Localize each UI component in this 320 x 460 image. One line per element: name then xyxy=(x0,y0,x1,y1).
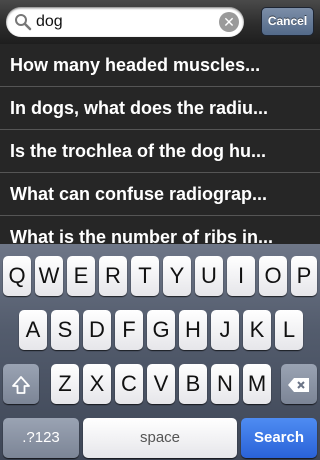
list-item[interactable]: In dogs, what does the radiu... xyxy=(0,87,320,130)
key-u[interactable]: U xyxy=(195,256,223,296)
key-o[interactable]: O xyxy=(259,256,287,296)
key-t[interactable]: T xyxy=(131,256,159,296)
shift-icon xyxy=(11,375,31,395)
key-c[interactable]: C xyxy=(115,364,143,404)
search-input[interactable]: dog xyxy=(36,12,63,32)
key-p[interactable]: P xyxy=(291,256,317,296)
key-d[interactable]: D xyxy=(83,310,111,350)
key-n[interactable]: N xyxy=(211,364,239,404)
key-v[interactable]: V xyxy=(147,364,175,404)
clear-icon[interactable]: ✕ xyxy=(219,12,239,32)
list-item-label: In dogs, what does the radiu... xyxy=(10,98,269,118)
key-j[interactable]: J xyxy=(211,310,239,350)
space-key[interactable]: space xyxy=(83,418,237,458)
list-item[interactable]: What is the number of ribs in... xyxy=(0,216,320,244)
key-x[interactable]: X xyxy=(83,364,111,404)
search-icon xyxy=(14,13,32,31)
keyboard: Q W E R T Y U I O P A S D F G H J K L Z … xyxy=(0,244,320,460)
key-e[interactable]: E xyxy=(67,256,95,296)
list-item[interactable]: How many headed muscles... xyxy=(0,44,320,87)
delete-key[interactable] xyxy=(281,364,317,404)
key-h[interactable]: H xyxy=(179,310,207,350)
search-key[interactable]: Search xyxy=(241,418,317,458)
shift-key[interactable] xyxy=(3,364,39,404)
key-b[interactable]: B xyxy=(179,364,207,404)
key-k[interactable]: K xyxy=(243,310,271,350)
key-r[interactable]: R xyxy=(99,256,127,296)
key-w[interactable]: W xyxy=(35,256,63,296)
list-item-label: What is the number of ribs in... xyxy=(10,227,274,244)
list-item[interactable]: Is the trochlea of the dog hu... xyxy=(0,130,320,173)
key-s[interactable]: S xyxy=(51,310,79,350)
numbers-key[interactable]: .?123 xyxy=(3,418,79,458)
cancel-button[interactable]: Cancel xyxy=(261,7,314,36)
key-q[interactable]: Q xyxy=(3,256,31,296)
key-z[interactable]: Z xyxy=(51,364,79,404)
list-item-label: What can confuse radiograp... xyxy=(10,184,268,204)
key-m[interactable]: M xyxy=(243,364,271,404)
key-g[interactable]: G xyxy=(147,310,175,350)
list-item-label: How many headed muscles... xyxy=(10,55,261,75)
search-field[interactable]: dog ✕ xyxy=(6,7,244,37)
list-item[interactable]: What can confuse radiograp... xyxy=(0,173,320,216)
key-y[interactable]: Y xyxy=(163,256,191,296)
delete-icon xyxy=(287,376,311,394)
search-bar: dog ✕ Cancel xyxy=(0,0,320,45)
list-item-label: Is the trochlea of the dog hu... xyxy=(10,141,267,161)
results-list: How many headed muscles... In dogs, what… xyxy=(0,44,320,244)
key-i[interactable]: I xyxy=(227,256,255,296)
key-f[interactable]: F xyxy=(115,310,143,350)
key-a[interactable]: A xyxy=(19,310,47,350)
key-l[interactable]: L xyxy=(275,310,303,350)
